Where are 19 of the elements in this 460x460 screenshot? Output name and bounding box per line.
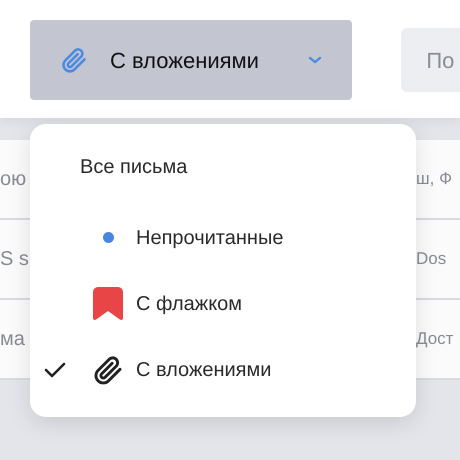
- menu-item-label: С вложениями: [136, 358, 272, 382]
- menu-item-label: Непрочитанные: [136, 226, 284, 250]
- menu-item-label: Все письма: [80, 154, 188, 180]
- menu-item[interactable]: С флажком: [30, 270, 416, 336]
- row-text: Дост: [416, 328, 454, 350]
- paperclip-icon: [92, 354, 124, 386]
- row-text: S s: [0, 247, 30, 272]
- filter-dropdown-button[interactable]: С вложениями: [30, 20, 352, 100]
- menu-item[interactable]: Все письма: [30, 138, 416, 204]
- chevron-down-icon: [308, 55, 322, 65]
- bookmark-icon: [93, 287, 123, 320]
- menu-item[interactable]: Непрочитанные: [30, 204, 416, 270]
- row-text: ш, Ф: [416, 168, 454, 190]
- row-text: Dos: [416, 248, 448, 270]
- menu-item[interactable]: С вложениями: [30, 336, 416, 402]
- menu-item-label: С флажком: [136, 292, 242, 316]
- paperclip-icon: [60, 46, 88, 74]
- row-text: ою: [0, 167, 28, 192]
- row-text: ма: [0, 327, 26, 352]
